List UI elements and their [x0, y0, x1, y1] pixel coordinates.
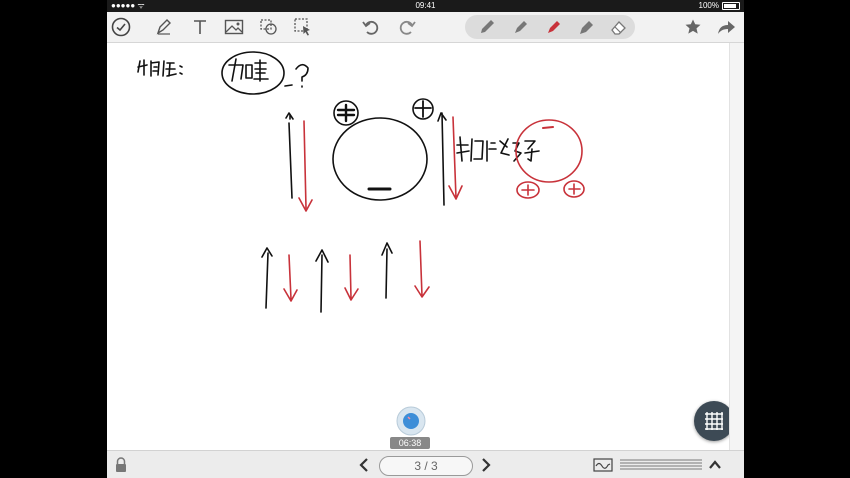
eraser-icon — [611, 21, 626, 35]
text-icon — [194, 20, 206, 34]
eraser-button[interactable] — [607, 15, 631, 39]
shapes-icon — [260, 19, 277, 35]
waveform-icon — [593, 458, 613, 472]
drawing-canvas[interactable]: 06:38 — [107, 43, 744, 450]
page-grid-button[interactable] — [694, 401, 734, 441]
share-icon — [718, 21, 735, 34]
red-pen-icon — [548, 21, 560, 33]
notes-app: ●●●●● ᯤ 09:41 100% 06:38 3 / 3 — [107, 0, 744, 478]
redo-icon — [399, 20, 416, 35]
marker-button[interactable] — [575, 15, 599, 39]
battery-percentage: 100% — [698, 1, 719, 10]
audio-waveform-button[interactable] — [591, 453, 615, 477]
image-tool-button[interactable] — [222, 15, 246, 39]
toolbar — [107, 12, 744, 43]
pencil-button[interactable] — [475, 15, 499, 39]
share-button[interactable] — [715, 15, 739, 39]
select-tool-button[interactable] — [291, 15, 315, 39]
pencil-icon — [481, 20, 494, 33]
select-icon — [294, 18, 310, 36]
pen-tool-button[interactable] — [152, 15, 176, 39]
lock-button[interactable] — [109, 453, 133, 477]
marker-icon — [580, 21, 593, 34]
handwritten-notes — [137, 51, 585, 313]
next-page-button[interactable] — [474, 453, 498, 477]
track-lines-icon — [620, 459, 702, 470]
record-icon — [396, 406, 426, 436]
fountain-pen-button[interactable] — [509, 15, 533, 39]
pen-icon — [156, 19, 171, 35]
done-button[interactable] — [109, 15, 133, 39]
status-bar: ●●●●● ᯤ 09:41 100% — [107, 0, 744, 12]
text-tool-button[interactable] — [188, 15, 212, 39]
chevron-right-icon — [482, 458, 491, 472]
audio-track-lines — [620, 458, 702, 472]
previous-page-button[interactable] — [352, 453, 376, 477]
clock: 09:41 — [415, 1, 436, 10]
chevron-up-icon — [709, 460, 721, 469]
grid-icon — [705, 412, 723, 430]
page-indicator[interactable]: 3 / 3 — [379, 456, 473, 476]
undo-icon — [362, 20, 379, 35]
bottom-bar: 3 / 3 — [107, 450, 744, 478]
redo-button[interactable] — [395, 15, 419, 39]
vertical-scrollbar[interactable] — [729, 43, 744, 450]
lock-icon — [116, 457, 126, 472]
undo-button[interactable] — [359, 15, 383, 39]
recording-indicator[interactable] — [396, 406, 426, 436]
recording-timer: 06:38 — [390, 437, 430, 449]
chevron-left-icon — [359, 458, 368, 472]
checkmark-icon — [111, 17, 131, 37]
pen-palette — [465, 15, 635, 39]
image-icon — [224, 19, 244, 35]
favorite-button[interactable] — [681, 15, 705, 39]
battery-icon — [722, 2, 740, 10]
fountain-pen-icon — [515, 21, 527, 33]
expand-panel-button[interactable] — [703, 453, 727, 477]
shapes-tool-button[interactable] — [257, 15, 281, 39]
star-icon — [685, 19, 701, 34]
red-pen-button[interactable] — [542, 15, 566, 39]
